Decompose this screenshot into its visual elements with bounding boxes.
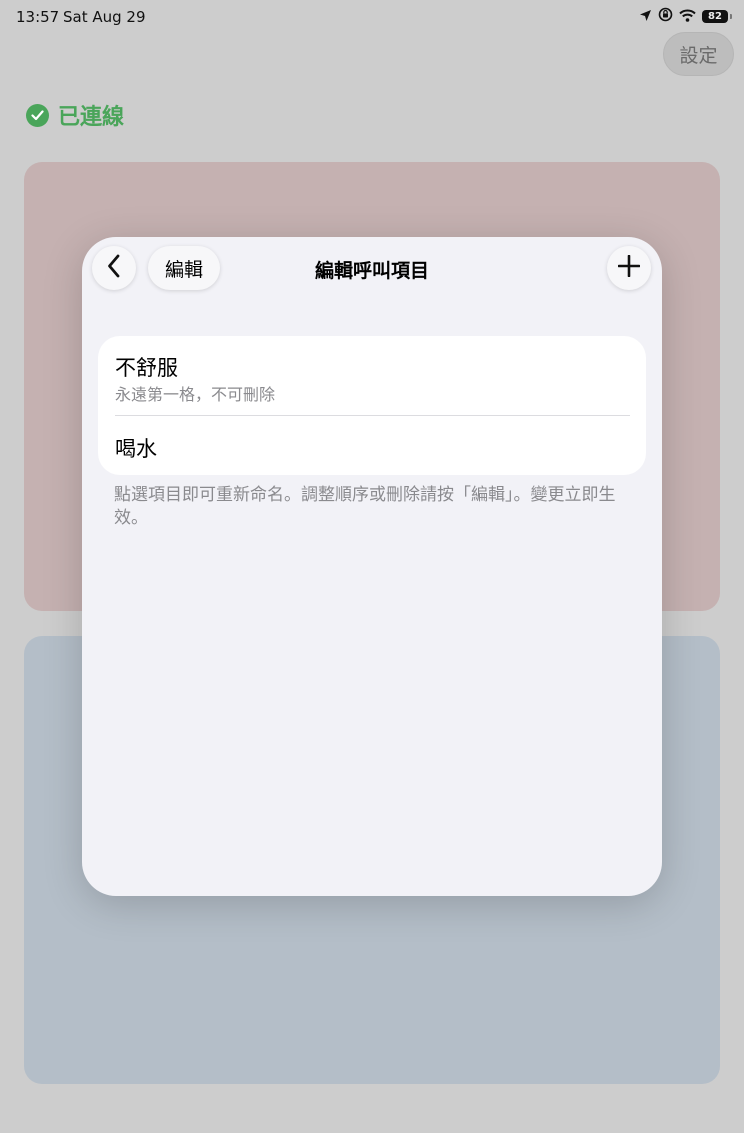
list-item-title: 不舒服 (115, 356, 178, 380)
list-item[interactable]: 喝水 (98, 416, 646, 475)
status-bar: 13:57 Sat Aug 29 82 (0, 0, 744, 34)
modal-title: 編輯呼叫項目 (314, 260, 429, 282)
footnote: 點選項目即可重新命名。調整順序或刪除請按「編輯」。變更立即生效。 (114, 485, 616, 528)
list-item-title: 喝水 (115, 437, 157, 461)
checkmark-icon (26, 103, 49, 127)
battery-icon: 82 (702, 10, 732, 23)
list-item[interactable]: 不舒服 永遠第一格，不可刪除 (98, 336, 646, 415)
battery-level: 82 (708, 11, 722, 22)
wifi-icon (679, 8, 696, 26)
status-date: Sat Aug 29 (63, 8, 146, 26)
connection-status: 已連線 (26, 99, 124, 131)
settings-button-label: 設定 (679, 44, 718, 67)
plus-icon (617, 254, 641, 281)
connection-label: 已連線 (58, 105, 125, 130)
call-items-list: 不舒服 永遠第一格，不可刪除 喝水 (98, 336, 646, 475)
status-time: 13:57 (16, 8, 60, 26)
settings-button[interactable]: 設定 (663, 32, 734, 76)
status-icons: 82 (639, 7, 732, 26)
add-item-button[interactable] (607, 246, 651, 290)
location-icon (639, 8, 652, 26)
edit-items-modal: 編輯 編輯呼叫項目 不舒服 永遠第一格，不可刪除 喝水 點選項目即可重新命名。調… (82, 237, 662, 896)
list-item-subtitle: 永遠第一格，不可刪除 (115, 385, 276, 404)
screen-lock-icon (658, 7, 673, 26)
